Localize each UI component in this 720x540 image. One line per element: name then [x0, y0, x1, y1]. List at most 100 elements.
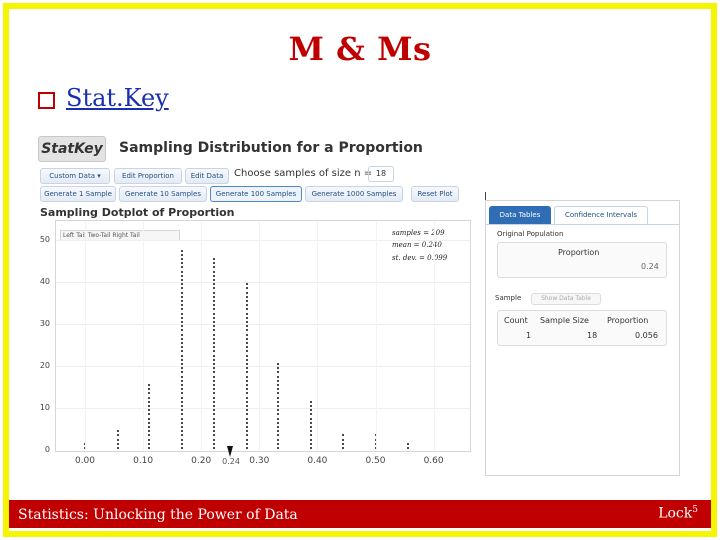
statkey-logo: StatKey [38, 136, 106, 162]
dot-point [245, 388, 248, 391]
dot-point [181, 333, 184, 336]
dot-point [116, 438, 119, 441]
dot-point [245, 409, 248, 412]
plot-title: Sampling Dotplot of Proportion [40, 206, 235, 219]
dot-point [310, 438, 312, 441]
dot-point [212, 438, 215, 441]
x-tick-label: 0.40 [307, 456, 328, 466]
dot-point [245, 426, 248, 428]
edit-data-button[interactable]: Edit Data [185, 168, 229, 184]
dot-point [245, 333, 248, 336]
dot-point [212, 291, 215, 294]
dot-point [212, 442, 215, 445]
edit-proportion-button[interactable]: Edit Proportion [114, 168, 182, 184]
dot-point [212, 295, 215, 298]
y-gridline [56, 324, 470, 325]
dot-point [212, 417, 215, 420]
dot-point [245, 304, 248, 307]
tab-confidence-intervals[interactable]: Confidence Intervals [554, 206, 648, 224]
dot-point [245, 312, 248, 315]
dot-point [245, 375, 248, 378]
dot-point [245, 447, 248, 449]
footer-text: Statistics: Unlocking the Power of Data [18, 507, 298, 523]
dot-point [245, 325, 248, 328]
dot-point [116, 430, 119, 433]
dot-point [407, 447, 410, 449]
dot-point [245, 316, 248, 319]
dot-point [245, 295, 248, 298]
x-tick-label: 0.10 [133, 456, 154, 466]
proportion-header: Proportion [558, 248, 600, 257]
mean-marker [227, 446, 233, 457]
dot-point [212, 421, 215, 424]
app-title: Sampling Distribution for a Proportion [119, 140, 423, 156]
y-tick-label: 10 [39, 403, 50, 412]
tab-data-tables[interactable]: Data Tables [489, 206, 551, 224]
dot-point [181, 358, 184, 361]
dot-point [245, 300, 248, 302]
dot-point [245, 358, 248, 361]
dot-point [310, 400, 312, 403]
dot-point [181, 270, 184, 273]
sample-size-label: Choose samples of size n = [234, 168, 373, 179]
dot-point [245, 363, 248, 365]
dot-point [341, 442, 344, 445]
dot-point [212, 396, 215, 399]
table-cell-count: 1 [526, 331, 532, 340]
dot-point [181, 274, 184, 277]
dot-point [181, 337, 184, 340]
generate-100-button[interactable]: Generate 100 Samples [210, 186, 302, 202]
generate-1000-button[interactable]: Generate 1000 Samples [305, 186, 403, 202]
dot-point [341, 447, 344, 449]
x-gridline [85, 221, 86, 451]
dot-point [181, 379, 184, 382]
dot-point [212, 258, 215, 260]
dot-point [212, 447, 215, 449]
bullet-icon [38, 92, 55, 109]
dot-point [310, 426, 312, 428]
dot-point [212, 333, 215, 336]
dot-point [245, 400, 248, 403]
dot-point [245, 438, 248, 441]
stat-sd: st. dev. = 0.099 [392, 254, 448, 262]
generate-10-button[interactable]: Generate 10 Samples [119, 186, 207, 202]
dot-point [212, 321, 215, 323]
footer-author-superscript: 5 [692, 505, 698, 515]
dot-point [245, 442, 248, 445]
x-tick-label: 0.30 [249, 456, 270, 466]
table-cell-proportion: 0.056 [635, 331, 658, 340]
footer-author: Lock5 [658, 505, 698, 522]
y-gridline [56, 408, 470, 409]
dot-point [181, 295, 184, 298]
x-gridline [317, 221, 319, 451]
footer-author-name: Lock [658, 505, 693, 522]
table-header-sample-size: Sample Size [540, 316, 589, 325]
x-gridline [259, 221, 261, 451]
dot-point [181, 342, 184, 344]
x-tick-label: 0.00 [74, 456, 96, 466]
dot-point [181, 363, 184, 365]
dot-point [181, 396, 184, 399]
dot-point [212, 405, 215, 407]
dot-point [310, 417, 312, 420]
dot-point [181, 400, 184, 403]
reset-plot-button[interactable]: Reset Plot [411, 186, 459, 202]
dot-point [181, 354, 184, 357]
y-tick-label: 30 [39, 319, 50, 328]
x-gridline [433, 221, 435, 451]
dot-point [245, 384, 248, 386]
x-tick-label: 0.50 [365, 456, 386, 466]
show-data-table-button[interactable]: Show Data Table [531, 293, 601, 305]
dot-point [245, 396, 248, 399]
dot-point [245, 283, 248, 286]
dot-point [212, 363, 215, 365]
mean-marker-label: 0.24 [222, 457, 240, 466]
generate-1-button[interactable]: Generate 1 Sample [40, 186, 116, 202]
tab-strip [485, 224, 680, 225]
dot-point [245, 337, 248, 340]
dot-point [245, 354, 248, 357]
custom-data-button[interactable]: Custom Data ▾ [40, 168, 110, 184]
dot-point [181, 384, 184, 386]
statkey-link[interactable]: Stat.Key [66, 84, 169, 112]
sample-size-input[interactable]: 18 [368, 166, 394, 182]
